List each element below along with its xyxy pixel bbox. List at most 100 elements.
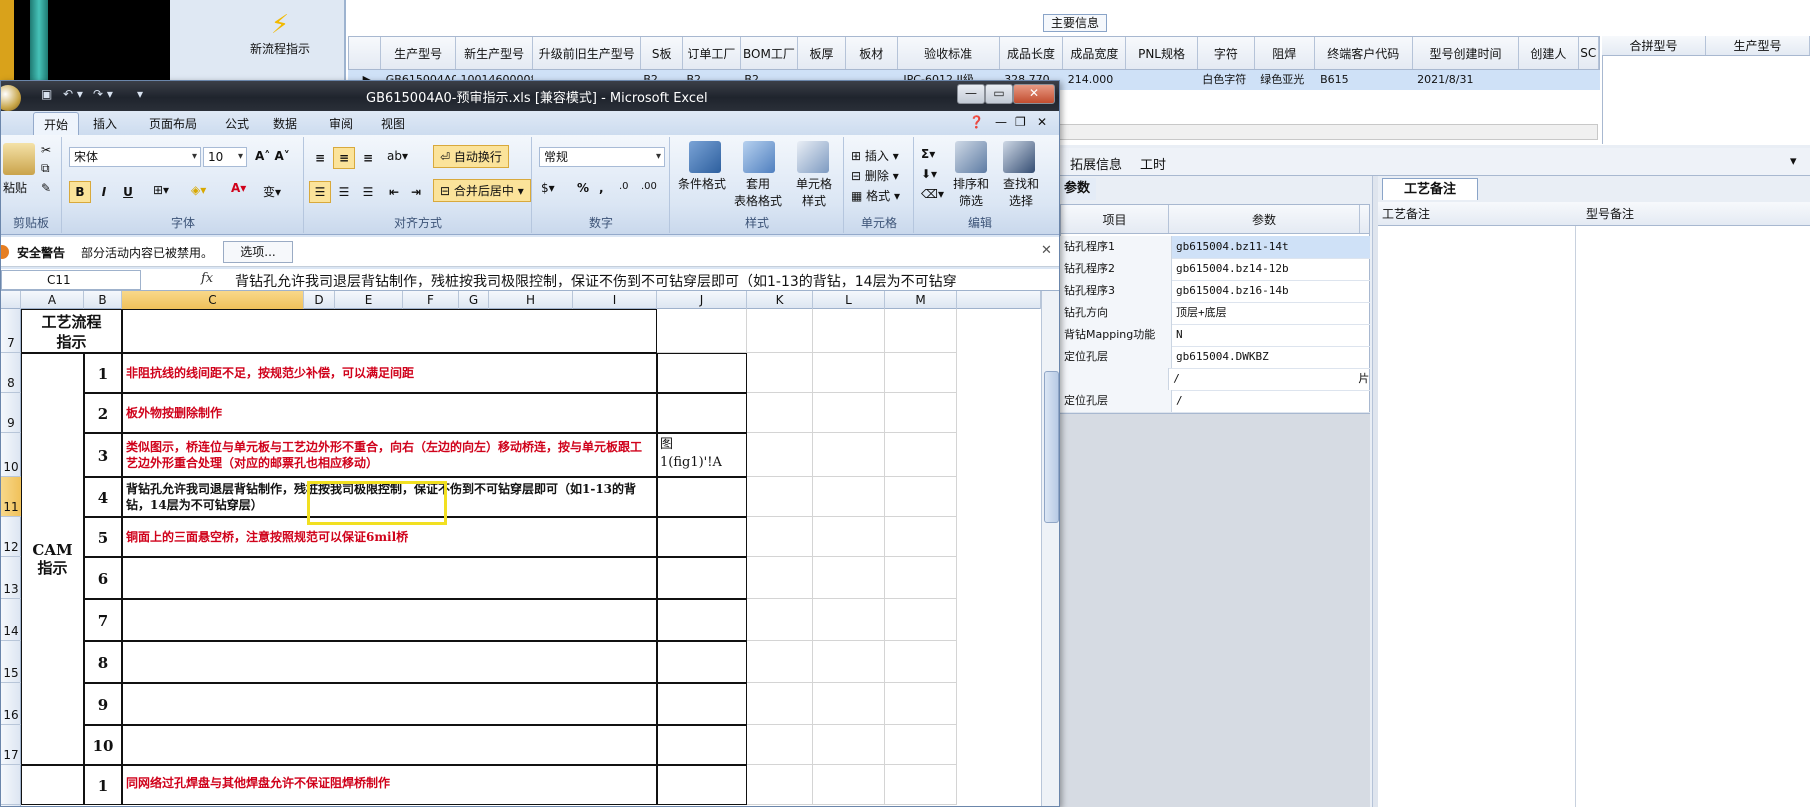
col-header-j[interactable]: J (657, 291, 747, 309)
item-link-cell[interactable] (657, 641, 747, 683)
col-process-remark[interactable]: 工艺备注 (1378, 202, 1582, 225)
office-button-icon[interactable] (1, 85, 21, 111)
close-icon[interactable]: ✕ (1041, 243, 1052, 258)
sort-filter-button[interactable]: 排序和 筛选 (945, 175, 997, 209)
empty-cell[interactable] (885, 765, 957, 805)
row-selector-header[interactable] (349, 37, 382, 69)
j-cell[interactable] (657, 309, 747, 353)
col-header-k[interactable]: K (747, 291, 813, 309)
empty-cell[interactable] (885, 353, 957, 393)
item-number-cell[interactable]: 2 (84, 393, 122, 433)
next-text-cell[interactable]: 同网络过孔焊盘与其他焊盘允许不保证阻焊桥制作 (122, 765, 657, 805)
empty-cell[interactable] (747, 433, 813, 477)
item-number-cell[interactable]: 5 (84, 517, 122, 557)
cell-style-icon[interactable] (797, 141, 829, 173)
col-model-remark[interactable]: 型号备注 (1582, 202, 1786, 225)
row-header-next[interactable] (1, 765, 21, 805)
col-main-0[interactable]: 生产型号 (381, 37, 457, 69)
col-main-7[interactable]: 板材 (846, 37, 898, 69)
align-bottom-icon[interactable]: ≡ (357, 147, 379, 169)
col-prod-model[interactable]: 生产型号 (1706, 36, 1810, 55)
find-select-icon[interactable] (1003, 141, 1035, 173)
security-options-button[interactable]: 选项... (223, 241, 293, 263)
conditional-format-icon[interactable] (689, 141, 721, 173)
copy-icon[interactable]: ⧉ (41, 161, 50, 176)
row-header-17[interactable]: 17 (1, 725, 21, 765)
main-cell-17[interactable] (1577, 70, 1600, 90)
ribbon-tab-2[interactable]: 页面布局 (149, 115, 197, 132)
delete-button[interactable]: ⊟ 删除 ▾ (851, 167, 899, 184)
underline-icon[interactable]: U (117, 181, 139, 203)
col-header-l[interactable]: L (813, 291, 885, 309)
italic-icon[interactable]: I (93, 181, 115, 203)
empty-cell[interactable] (813, 641, 885, 683)
row-header-10[interactable]: 10 (1, 433, 21, 477)
item-link-cell[interactable] (657, 393, 747, 433)
wrap-text-button[interactable]: ⏎ 自动换行 (433, 145, 509, 168)
empty-cell[interactable] (747, 353, 813, 393)
col-main-3[interactable]: S板 (641, 37, 684, 69)
col-main-4[interactable]: 订单工厂 (683, 37, 741, 69)
empty-cell[interactable] (885, 309, 957, 353)
table-format-button[interactable]: 套用 表格格式 (729, 175, 787, 209)
fill-color-icon[interactable]: ◈▾ (191, 183, 206, 197)
close-button[interactable]: ✕ (1013, 84, 1055, 104)
tab-extended-info[interactable]: 拓展信息 (1070, 154, 1122, 173)
empty-cell[interactable] (747, 517, 813, 557)
item-number-cell[interactable]: 7 (84, 599, 122, 641)
row-header-7[interactable]: 7 (1, 309, 21, 353)
main-cell-12[interactable]: 白色字符 (1198, 70, 1256, 90)
col-header-b[interactable]: B (84, 291, 122, 309)
ribbon-tab-5[interactable]: 审阅 (329, 115, 353, 132)
paste-icon[interactable] (3, 143, 35, 175)
param-row[interactable]: 钻孔方向 顶层+底层 (1060, 302, 1370, 325)
col-main-2[interactable]: 升级前旧生产型号 (533, 37, 642, 69)
close-workbook-icon[interactable]: ✕ (1037, 115, 1047, 129)
customize-qat-icon[interactable]: ▾ (137, 87, 143, 101)
main-cell-10[interactable]: 214.000 (1064, 70, 1128, 90)
find-select-button[interactable]: 查找和 选择 (995, 175, 1047, 209)
empty-cell[interactable] (747, 309, 813, 353)
item-link-cell[interactable]: 图 1(fig1)'!A (657, 433, 747, 477)
empty-cell[interactable] (813, 353, 885, 393)
param-row[interactable]: 定位孔层 / (1060, 390, 1370, 413)
param-row[interactable]: 钻孔程序2 gb615004.bz14-12b (1060, 258, 1370, 281)
col-header-i[interactable]: I (573, 291, 657, 309)
empty-cell[interactable] (885, 725, 957, 765)
param-row[interactable]: / 片 (1060, 368, 1370, 391)
item-number-cell[interactable]: 9 (84, 683, 122, 725)
tab-params[interactable]: 参数 (1060, 178, 1096, 200)
cell-style-button[interactable]: 单元格 样式 (785, 175, 843, 209)
item-text-cell[interactable]: 板外物按删除制作 (122, 393, 657, 433)
clear-icon[interactable]: ⌫▾ (921, 187, 944, 201)
col-item[interactable]: 项目 (1061, 205, 1169, 233)
col-main-17[interactable]: SC (1579, 37, 1600, 69)
item-number-cell[interactable]: 3 (84, 433, 122, 477)
restore-workbook-icon[interactable]: ❐ (1015, 115, 1026, 129)
worksheet-grid[interactable]: 工艺流程 指示 CAM 指示 1 非阻抗线的线间距不足，按规范少补偿，可以满足间距 2 板… (21, 309, 1041, 806)
empty-cell[interactable] (813, 393, 885, 433)
col-header-g[interactable]: G (459, 291, 489, 309)
col-main-15[interactable]: 型号创建时间 (1413, 37, 1520, 69)
col-main-1[interactable]: 新生产型号 (456, 37, 534, 69)
decrease-indent-icon[interactable]: ⇤ (383, 181, 405, 203)
empty-cell[interactable] (747, 725, 813, 765)
item-link-cell[interactable] (657, 599, 747, 641)
row-header-16[interactable]: 16 (1, 683, 21, 725)
empty-cell[interactable] (813, 683, 885, 725)
param-row[interactable]: 背钻Mapping功能 N (1060, 324, 1370, 347)
percent-icon[interactable]: % (577, 181, 589, 195)
empty-cell[interactable] (813, 599, 885, 641)
empty-cell[interactable] (813, 433, 885, 477)
col-main-13[interactable]: 阻焊 (1255, 37, 1315, 69)
process-label-cell[interactable]: 工艺流程 指示 (21, 309, 122, 353)
item-link-cell[interactable] (657, 353, 747, 393)
col-header-h[interactable]: H (489, 291, 573, 309)
empty-cell[interactable] (813, 309, 885, 353)
item-number-cell[interactable]: 8 (84, 641, 122, 683)
item-text-cell[interactable] (122, 557, 657, 599)
redo-icon[interactable]: ↷ ▾ (93, 87, 113, 101)
border-icon[interactable]: ⊞▾ (153, 183, 169, 197)
merge-center-button[interactable]: ⊟ 合并后居中 ▾ (433, 179, 531, 202)
row-header-14[interactable]: 14 (1, 599, 21, 641)
